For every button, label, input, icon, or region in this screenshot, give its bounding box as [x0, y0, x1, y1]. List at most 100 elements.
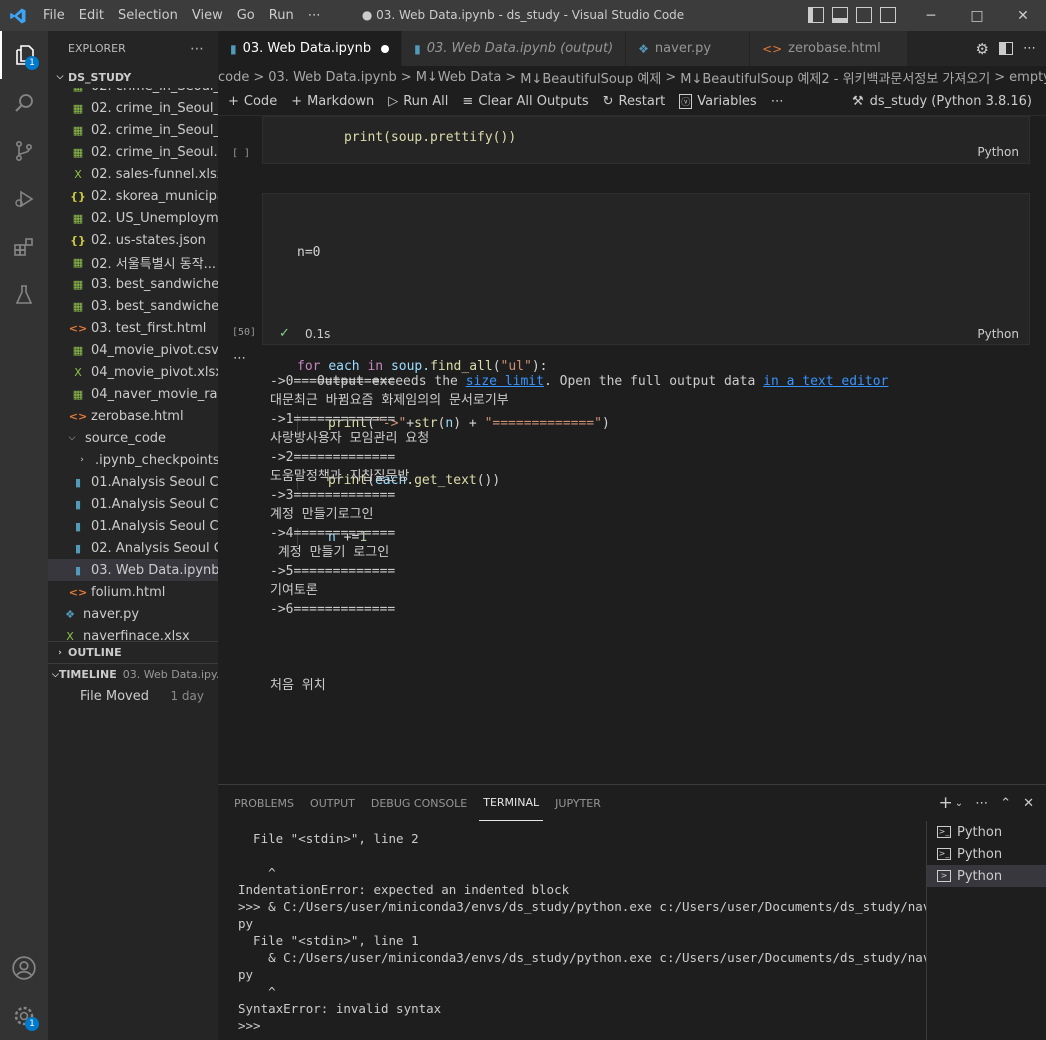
- file-item[interactable]: ▦ 02. 서울특별시 동작...: [48, 251, 218, 273]
- gear-icon[interactable]: ⚙: [976, 40, 989, 58]
- close-panel-icon[interactable]: ✕: [1023, 796, 1034, 811]
- customize-layout-icon[interactable]: [880, 7, 896, 23]
- tab-web-data-ipynb[interactable]: ▮ 03. Web Data.ipynb: [218, 31, 403, 66]
- file-item[interactable]: ▦ 02. crime_in_Seoul.csv: [48, 141, 218, 163]
- file-item[interactable]: ❖ naver.py: [48, 603, 218, 625]
- menu-more[interactable]: ⋯: [301, 0, 328, 31]
- breadcrumb-item[interactable]: M↓Web Data: [416, 70, 502, 85]
- file-item[interactable]: X 04_movie_pivot.xlsx: [48, 361, 218, 383]
- file-item[interactable]: ▮ 01.Analysis Seoul CC...: [48, 493, 218, 515]
- cell-language[interactable]: Python: [977, 145, 1019, 159]
- cell-language[interactable]: Python: [977, 327, 1019, 341]
- file-item[interactable]: ▦ 04_naver_movie_raw...: [48, 383, 218, 405]
- explorer-more-icon[interactable]: ⋯: [190, 41, 204, 57]
- breadcrumb-item[interactable]: M↓BeautifulSoup 예제: [520, 68, 661, 87]
- output-more-icon[interactable]: ⋯: [233, 351, 246, 366]
- tab-web-data-output[interactable]: ▮ 03. Web Data.ipynb (output): [402, 31, 627, 66]
- accounts-activity[interactable]: [0, 944, 48, 992]
- manage-activity[interactable]: 1: [0, 992, 48, 1040]
- file-item[interactable]: Xnaverfinace.xlsx: [48, 625, 218, 642]
- terminal-instance[interactable]: >_ Python: [927, 821, 1046, 843]
- file-item[interactable]: ▦ 02. crime_in_Seoul_l...: [48, 97, 218, 119]
- file-item[interactable]: ▦ 02. crime_in_Seoul_r...: [48, 119, 218, 141]
- timeline-section-header[interactable]: ⌵ TIMELINE 03. Web Data.ipy...: [48, 663, 218, 685]
- file-item[interactable]: ▮ 01.Analysis Seoul CC...: [48, 515, 218, 537]
- tab-zerobase-html[interactable]: <> zerobase.html: [750, 31, 908, 66]
- toolbar-more-button[interactable]: ⋯: [771, 94, 784, 109]
- timeline-entry[interactable]: File Moved 1 day: [48, 685, 218, 707]
- menu-view[interactable]: View: [185, 0, 230, 31]
- menu-run[interactable]: Run: [262, 0, 301, 31]
- toggle-primary-sidebar-icon[interactable]: [808, 7, 824, 23]
- tab-naver-py[interactable]: ❖ naver.py: [626, 31, 751, 66]
- breadcrumb-item[interactable]: code: [218, 70, 249, 85]
- file-item[interactable]: ▦ 03. best_sandwiches...: [48, 273, 218, 295]
- cell-output: Output exceeds the size limit. Open the …: [270, 353, 1030, 695]
- file-item[interactable]: ▮ 01.Analysis Seoul CC...: [48, 471, 218, 493]
- more-actions-icon[interactable]: ⋯: [975, 796, 988, 811]
- search-activity[interactable]: [0, 79, 48, 127]
- tab-label: zerobase.html: [788, 41, 881, 56]
- open-text-editor-link[interactable]: in a text editor: [763, 374, 888, 389]
- menu-file[interactable]: File: [36, 0, 72, 31]
- project-section-header[interactable]: ⌵ DS_STUDY: [48, 66, 218, 88]
- menu-go[interactable]: Go: [230, 0, 262, 31]
- minimize-button[interactable]: ─: [908, 0, 954, 31]
- toggle-secondary-sidebar-icon[interactable]: [856, 7, 872, 23]
- tab-jupyter[interactable]: JUPYTER: [551, 785, 605, 821]
- new-terminal-icon[interactable]: +: [939, 793, 953, 813]
- file-item[interactable]: <> folium.html: [48, 581, 218, 603]
- file-item[interactable]: <> zerobase.html: [48, 405, 218, 427]
- run-all-button[interactable]: ▷ Run All: [388, 94, 448, 109]
- maximize-panel-icon[interactable]: ⌃: [1000, 796, 1011, 811]
- unsaved-dot-icon[interactable]: [381, 44, 390, 53]
- restart-button[interactable]: ↻ Restart: [603, 94, 666, 109]
- file-item[interactable]: ▮ 03. Web Data.ipynb: [48, 559, 218, 581]
- close-window-button[interactable]: ✕: [1000, 0, 1046, 31]
- chevron-down-icon[interactable]: ⌄: [955, 798, 963, 809]
- tab-terminal[interactable]: TERMINAL: [479, 785, 544, 821]
- folder-item[interactable]: ⌵ source_code: [48, 427, 218, 449]
- toggle-panel-icon[interactable]: [832, 7, 848, 23]
- breadcrumb-item[interactable]: empty cell: [1009, 70, 1046, 85]
- source-control-activity[interactable]: [0, 127, 48, 175]
- size-limit-link[interactable]: size limit: [466, 374, 544, 389]
- file-item[interactable]: {} 02. skorea_municipa...: [48, 185, 218, 207]
- file-item[interactable]: X 02. sales-funnel.xlsx: [48, 163, 218, 185]
- tab-problems[interactable]: PROBLEMS: [230, 785, 298, 821]
- file-item[interactable]: <> 03. test_first.html: [48, 317, 218, 339]
- code-cell[interactable]: n=0 for each in soup.find_all("ul"): pri…: [262, 193, 1030, 547]
- more-actions-icon[interactable]: ⋯: [1023, 41, 1036, 56]
- clear-all-outputs-button[interactable]: ≡ Clear All Outputs: [462, 94, 588, 109]
- breadcrumb-item[interactable]: M↓BeautifulSoup 예제2 - 위키백과문서정보 가져오기: [680, 68, 990, 87]
- cell-code[interactable]: print(soup.prettify()): [297, 109, 516, 166]
- file-name: 03. best_sandwiches...: [91, 298, 218, 314]
- file-item[interactable]: ▮ 02. Analysis Seoul Cr...: [48, 537, 218, 559]
- terminal-instance[interactable]: >_ Python: [927, 843, 1046, 865]
- menu-selection[interactable]: Selection: [111, 0, 185, 31]
- menu-edit[interactable]: Edit: [72, 0, 111, 31]
- terminal-instance[interactable]: > Python: [927, 865, 1046, 887]
- breadcrumb-item[interactable]: 03. Web Data.ipynb: [268, 70, 397, 85]
- variables-button[interactable]: ⓥ Variables: [679, 94, 757, 109]
- file-item[interactable]: ▦ 04_movie_pivot.csv: [48, 339, 218, 361]
- file-item[interactable]: ▦ 02. crime_in_Seoul_...: [48, 88, 218, 97]
- terminal-output[interactable]: File "<stdin>", line 2 ^ IndentationError…: [238, 830, 926, 1034]
- tab-debug-console[interactable]: DEBUG CONSOLE: [367, 785, 471, 821]
- file-item[interactable]: ▦ 03. best_sandwiches...: [48, 295, 218, 317]
- testing-activity[interactable]: [0, 271, 48, 319]
- run-debug-activity[interactable]: [0, 175, 48, 223]
- explorer-activity[interactable]: 1: [0, 31, 48, 79]
- file-item[interactable]: ▦ 02. US_Unemploym...: [48, 207, 218, 229]
- code-cell[interactable]: print(soup.prettify()) Python: [262, 116, 1030, 164]
- kernel-picker[interactable]: ⚒ ds_study (Python 3.8.16): [852, 94, 1032, 109]
- outline-section-header[interactable]: › OUTLINE: [48, 641, 218, 663]
- file-item[interactable]: {} 02. us-states.json: [48, 229, 218, 251]
- extensions-activity[interactable]: [0, 223, 48, 271]
- folder-item[interactable]: › .ipynb_checkpoints: [48, 449, 218, 471]
- tab-output[interactable]: OUTPUT: [306, 785, 359, 821]
- maximize-button[interactable]: □: [954, 0, 1000, 31]
- add-markdown-cell-button[interactable]: + Markdown: [291, 94, 374, 109]
- add-code-cell-button[interactable]: + Code: [228, 94, 277, 109]
- split-editor-icon[interactable]: [999, 42, 1013, 55]
